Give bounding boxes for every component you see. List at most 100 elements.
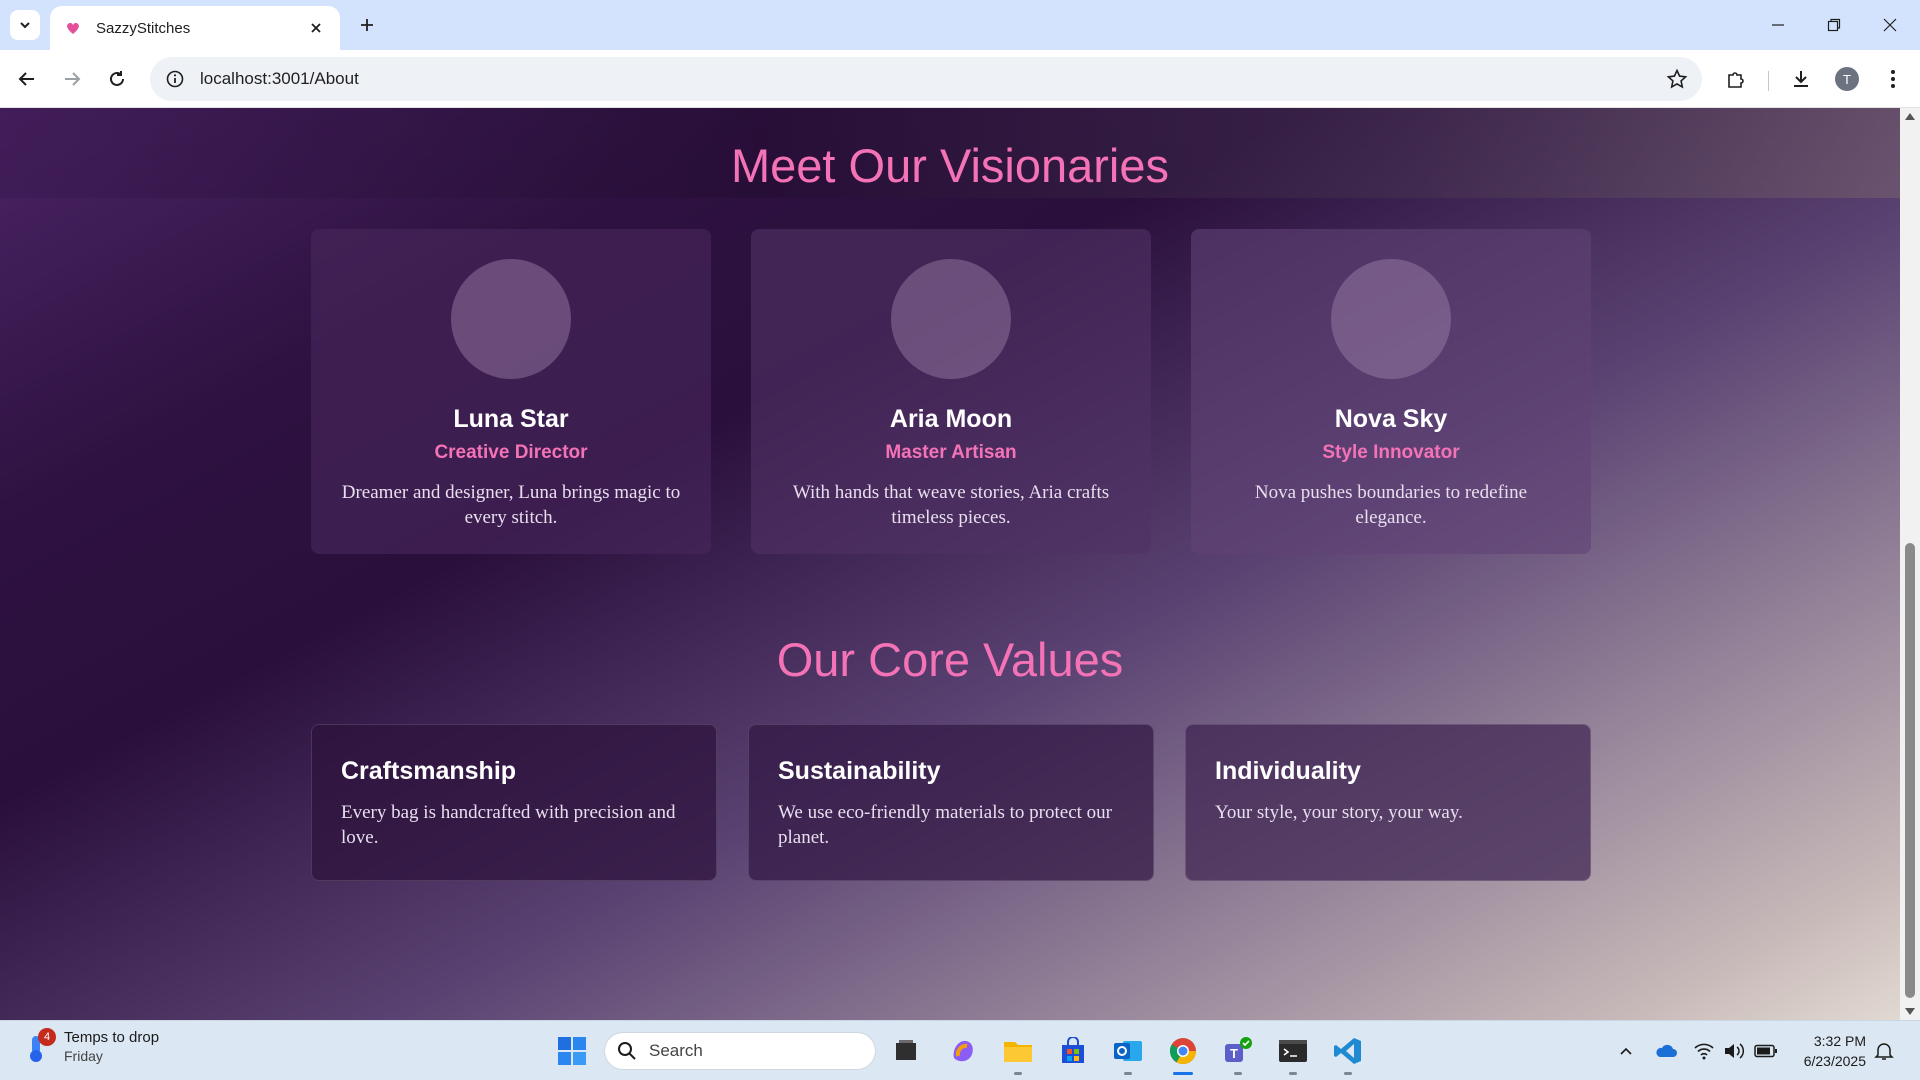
scrollbar-thumb[interactable] bbox=[1905, 543, 1915, 998]
page-scrollbar[interactable] bbox=[1900, 108, 1920, 1020]
back-button[interactable] bbox=[10, 62, 44, 96]
browser-tab-strip: SazzyStitches bbox=[0, 0, 1920, 50]
team-member-name: Nova Sky bbox=[1334, 405, 1448, 433]
terminal-app[interactable] bbox=[1273, 1031, 1313, 1075]
close-tab-icon[interactable] bbox=[306, 18, 326, 38]
browser-tab[interactable]: SazzyStitches bbox=[50, 6, 340, 50]
team-photo-placeholder bbox=[451, 259, 571, 379]
reload-button[interactable] bbox=[100, 62, 134, 96]
running-indicator bbox=[1344, 1072, 1352, 1075]
scroll-down-arrow-icon[interactable] bbox=[1905, 1008, 1915, 1015]
running-indicator bbox=[1234, 1072, 1242, 1075]
team-photo-placeholder bbox=[1331, 259, 1451, 379]
microsoft-store-app[interactable] bbox=[1053, 1031, 1093, 1071]
page-viewport: Meet Our Visionaries Luna Star Creative … bbox=[0, 108, 1920, 1020]
tab-title: SazzyStitches bbox=[96, 19, 191, 37]
volume-icon[interactable] bbox=[1722, 1039, 1746, 1063]
outlook-icon bbox=[1114, 1041, 1142, 1061]
team-member-bio: Dreamer and designer, Luna brings magic … bbox=[341, 482, 681, 528]
value-title: Craftsmanship bbox=[341, 757, 517, 785]
running-indicator bbox=[1289, 1072, 1297, 1075]
teams-app[interactable]: T bbox=[1218, 1031, 1258, 1075]
thermometer-icon: 4 bbox=[24, 1027, 56, 1064]
chevron-up-icon bbox=[1620, 1047, 1632, 1055]
team-member-name: Aria Moon bbox=[889, 405, 1013, 433]
restore-button[interactable] bbox=[1806, 0, 1862, 50]
battery-icon[interactable] bbox=[1754, 1039, 1778, 1063]
team-member-role: Style Innovator bbox=[1322, 442, 1460, 463]
team-member-role: Master Artisan bbox=[885, 442, 1017, 463]
close-icon bbox=[1883, 18, 1897, 32]
running-indicator bbox=[1124, 1072, 1132, 1075]
outlook-app[interactable] bbox=[1108, 1031, 1148, 1075]
weather-badge: 4 bbox=[38, 1027, 56, 1046]
reload-icon bbox=[110, 71, 124, 86]
task-view-button[interactable] bbox=[886, 1031, 926, 1071]
chrome-icon bbox=[1169, 1038, 1197, 1065]
close-window-button[interactable] bbox=[1862, 0, 1918, 50]
start-button[interactable] bbox=[552, 1031, 592, 1071]
site-info-icon[interactable] bbox=[164, 68, 186, 90]
weather-widget[interactable]: 4 Temps to drop Friday bbox=[24, 1027, 160, 1064]
arrow-right-icon bbox=[65, 72, 81, 86]
address-bar[interactable]: localhost:3001/About bbox=[150, 57, 1702, 101]
store-icon bbox=[1062, 1037, 1084, 1063]
browser-menu-button[interactable] bbox=[1876, 62, 1910, 96]
folder-icon bbox=[1004, 1042, 1032, 1062]
chrome-app[interactable] bbox=[1163, 1031, 1203, 1075]
search-icon bbox=[618, 1042, 636, 1060]
core-values-heading: Our Core Values bbox=[776, 633, 1124, 686]
taskbar: 4 Temps to drop Friday Search T 3:32 PM … bbox=[0, 1020, 1920, 1080]
extensions-button[interactable] bbox=[1719, 62, 1753, 96]
puzzle-icon bbox=[1728, 72, 1744, 88]
wifi-icon[interactable] bbox=[1692, 1039, 1716, 1063]
team-photo-placeholder bbox=[891, 259, 1011, 379]
downloads-button[interactable] bbox=[1784, 62, 1818, 96]
visionaries-heading: Meet Our Visionaries bbox=[731, 139, 1169, 192]
restore-icon bbox=[1827, 18, 1841, 32]
plus-icon bbox=[361, 19, 373, 31]
minimize-button[interactable] bbox=[1750, 0, 1806, 50]
task-view-icon bbox=[896, 1040, 916, 1060]
clock-date: 6/23/2025 bbox=[1803, 1053, 1866, 1069]
team-member-name: Luna Star bbox=[453, 405, 569, 433]
show-hidden-icons-button[interactable] bbox=[1614, 1039, 1638, 1063]
scroll-up-arrow-icon[interactable] bbox=[1905, 113, 1915, 120]
onedrive-tray-icon[interactable] bbox=[1654, 1039, 1678, 1063]
vscode-app[interactable] bbox=[1328, 1031, 1368, 1075]
value-card: Sustainability We use eco-friendly mater… bbox=[748, 724, 1154, 881]
team-member-bio: With hands that weave stories, Aria craf… bbox=[792, 482, 1110, 528]
forward-button[interactable] bbox=[55, 62, 89, 96]
value-description: Your style, your story, your way. bbox=[1215, 802, 1463, 823]
url-text[interactable]: localhost:3001/About bbox=[200, 69, 359, 89]
active-indicator bbox=[1173, 1072, 1193, 1075]
clock[interactable]: 3:32 PM 6/23/2025 bbox=[1794, 1031, 1866, 1071]
value-card: Craftsmanship Every bag is handcrafted w… bbox=[311, 724, 717, 881]
download-icon bbox=[1794, 71, 1808, 87]
terminal-icon bbox=[1279, 1040, 1307, 1062]
weather-title: Temps to drop bbox=[64, 1029, 160, 1046]
new-tab-button[interactable] bbox=[352, 10, 382, 40]
avatar: T bbox=[1835, 67, 1859, 91]
taskbar-search[interactable]: Search bbox=[604, 1032, 876, 1070]
windows-logo-icon bbox=[558, 1037, 586, 1065]
file-explorer-app[interactable] bbox=[998, 1031, 1038, 1075]
copilot-icon bbox=[953, 1040, 973, 1062]
kebab-menu-icon bbox=[1891, 70, 1895, 88]
toolbar-divider bbox=[1768, 71, 1769, 91]
value-title: Individuality bbox=[1215, 757, 1361, 785]
bell-icon bbox=[1874, 1043, 1894, 1060]
team-card: Nova Sky Style Innovator Nova pushes bou… bbox=[1191, 229, 1591, 554]
profile-button[interactable]: T bbox=[1830, 62, 1864, 96]
team-member-role: Creative Director bbox=[434, 442, 588, 463]
vscode-icon bbox=[1334, 1038, 1361, 1064]
copilot-app[interactable] bbox=[943, 1031, 983, 1071]
search-label: Search bbox=[649, 1041, 703, 1060]
value-card: Individuality Your style, your story, yo… bbox=[1185, 724, 1591, 881]
bookmark-star-icon[interactable] bbox=[1666, 68, 1688, 90]
tab-search-button[interactable] bbox=[10, 10, 40, 40]
arrow-left-icon bbox=[18, 72, 34, 86]
value-description: We use eco-friendly materials to protect… bbox=[778, 802, 1113, 848]
value-description: Every bag is handcrafted with precision … bbox=[341, 802, 676, 848]
notifications-button[interactable] bbox=[1872, 1039, 1896, 1063]
